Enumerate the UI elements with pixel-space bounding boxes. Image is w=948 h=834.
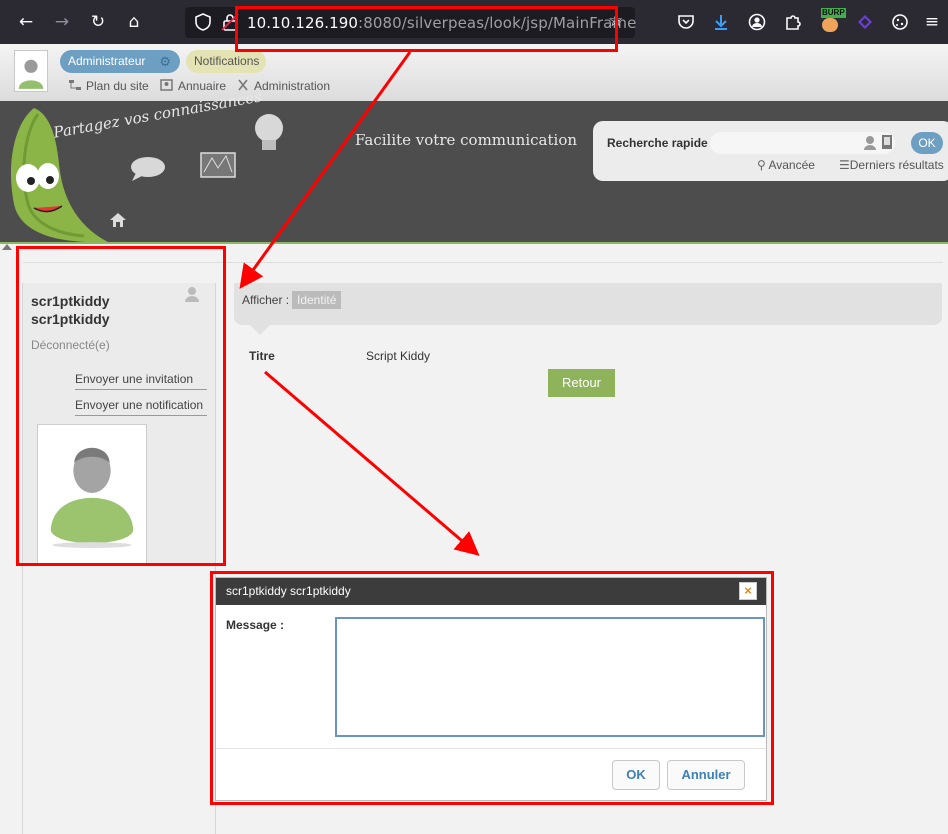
advanced-search-link[interactable]: ⚲ Avancée bbox=[757, 158, 815, 172]
forward-arrow-icon[interactable]: → bbox=[52, 12, 72, 32]
dialog-title: scr1ptkiddy scr1ptkiddy bbox=[226, 584, 351, 598]
message-textarea[interactable] bbox=[335, 617, 765, 737]
user-search-icon[interactable] bbox=[863, 135, 877, 151]
profile-photo bbox=[37, 424, 147, 565]
back-arrow-icon[interactable]: ← bbox=[16, 12, 36, 32]
lightbulb-icon bbox=[255, 114, 283, 150]
download-icon[interactable] bbox=[712, 13, 730, 31]
administration-label: Administration bbox=[254, 79, 331, 93]
dialog-titlebar[interactable]: scr1ptkiddy scr1ptkiddy × bbox=[216, 578, 766, 605]
notifications-pill[interactable]: Notifications bbox=[186, 50, 266, 73]
address-bar[interactable]: 10.10.126.190:8080/silverpeas/look/jsp/M… bbox=[185, 7, 636, 38]
user-status-icon bbox=[185, 287, 199, 302]
directory-label: Annuaire bbox=[178, 79, 227, 93]
shield-icon[interactable] bbox=[194, 13, 212, 31]
admin-profile-pill[interactable]: Administrateur ⚙ bbox=[60, 50, 180, 73]
screenshot-root: ← → ↻ ⌂ 10.10.126.190:8080/silverpeas/lo… bbox=[0, 0, 948, 834]
advanced-search-label: Avancée bbox=[768, 158, 815, 172]
url-path: :8080/silverpeas/look/jsp/MainFrame bbox=[358, 14, 637, 32]
bookmark-star-icon[interactable]: ☆ bbox=[608, 11, 623, 31]
display-bar-pointer bbox=[250, 325, 270, 335]
browser-toolbar: ← → ↻ ⌂ 10.10.126.190:8080/silverpeas/lo… bbox=[0, 0, 948, 44]
last-results-label: Derniers résultats bbox=[849, 158, 944, 172]
cookie-icon[interactable] bbox=[891, 13, 909, 31]
document-search-icon[interactable] bbox=[881, 134, 893, 150]
menu-hamburger-icon[interactable]: ≡ bbox=[922, 12, 942, 32]
notification-dialog: scr1ptkiddy scr1ptkiddy × Message : OK A… bbox=[215, 577, 767, 801]
pocket-icon[interactable] bbox=[677, 13, 695, 31]
content-top-separator bbox=[23, 262, 943, 263]
quick-search-panel: Recherche rapide OK ⚲ Avancée ☰Derniers … bbox=[593, 121, 948, 181]
close-icon[interactable]: × bbox=[739, 582, 757, 600]
profile-first-name: scr1ptkiddy bbox=[31, 293, 110, 309]
speech-bubble-icon bbox=[131, 157, 165, 181]
directory-icon bbox=[160, 79, 173, 91]
banner-slogan-communication: Facilite votre communication bbox=[355, 131, 578, 149]
last-results-link[interactable]: ☰Derniers résultats bbox=[839, 158, 944, 172]
portal-top-bar: Administrateur ⚙ Notifications Plan du s… bbox=[0, 44, 948, 101]
send-invitation-link[interactable]: Envoyer une invitation bbox=[75, 372, 207, 390]
collapse-triangle-icon[interactable] bbox=[2, 244, 12, 250]
burp-badge: BURP bbox=[821, 8, 846, 18]
reload-icon[interactable]: ↻ bbox=[88, 12, 108, 32]
account-icon[interactable] bbox=[748, 13, 766, 31]
title-field-value: Script Kiddy bbox=[366, 349, 431, 363]
url-text[interactable]: 10.10.126.190:8080/silverpeas/look/jsp/M… bbox=[247, 14, 636, 32]
message-label: Message : bbox=[226, 618, 285, 632]
identity-tab[interactable]: Identité bbox=[292, 291, 342, 309]
dialog-cancel-button[interactable]: Annuler bbox=[667, 760, 745, 790]
home-browser-icon[interactable]: ⌂ bbox=[124, 12, 144, 32]
sitemap-link[interactable]: Plan du site bbox=[68, 79, 149, 93]
extensions-puzzle-icon[interactable] bbox=[784, 13, 802, 31]
profile-last-name: scr1ptkiddy bbox=[31, 311, 110, 327]
dialog-ok-button[interactable]: OK bbox=[612, 760, 660, 790]
directory-link[interactable]: Annuaire bbox=[160, 79, 226, 93]
wappalyzer-icon[interactable] bbox=[856, 13, 874, 31]
sitemap-icon bbox=[69, 80, 81, 90]
quick-search-label: Recherche rapide bbox=[607, 136, 708, 150]
burp-extension-icon[interactable]: BURP bbox=[819, 8, 846, 34]
insecure-lock-icon[interactable] bbox=[221, 13, 239, 31]
user-avatar-small[interactable] bbox=[14, 50, 48, 92]
back-button[interactable]: Retour bbox=[548, 369, 615, 397]
profile-status: Déconnecté(e) bbox=[31, 338, 110, 352]
send-notification-link[interactable]: Envoyer une notification bbox=[75, 398, 207, 416]
quick-search-ok-button[interactable]: OK bbox=[911, 132, 943, 154]
magnifier-plus-icon: ⚲ bbox=[757, 158, 766, 172]
title-field-label: Titre bbox=[249, 349, 275, 363]
home-icon[interactable] bbox=[109, 212, 127, 228]
admin-label: Administrateur bbox=[68, 54, 146, 68]
url-host: 10.10.126.190 bbox=[247, 14, 359, 32]
sitemap-label: Plan du site bbox=[86, 79, 149, 93]
dialog-footer: OK Annuler bbox=[216, 748, 766, 800]
display-options-bar: Afficher : Identité bbox=[234, 283, 942, 325]
gear-icon[interactable]: ⚙ bbox=[159, 50, 171, 73]
display-label: Afficher : bbox=[242, 293, 290, 307]
user-profile-card: scr1ptkiddy scr1ptkiddy Déconnecté(e) En… bbox=[23, 283, 215, 565]
list-icon: ☰ bbox=[839, 158, 850, 172]
chalkboard-icon bbox=[200, 152, 236, 178]
